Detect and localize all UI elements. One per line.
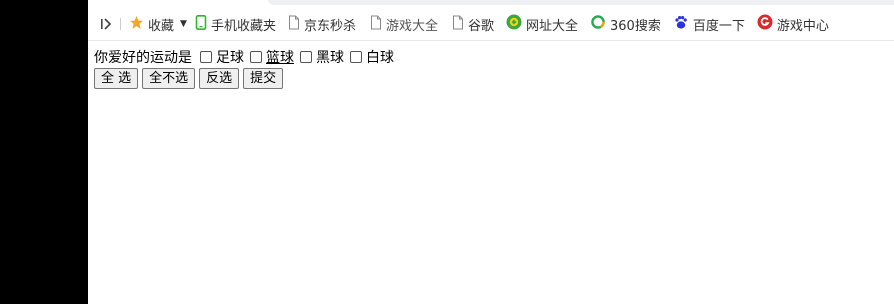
sports-question-row: 你爱好的运动是 足球 篮球 黑球 白球	[94, 46, 394, 68]
bookmark-label: 收藏	[148, 18, 175, 34]
search-360-icon	[590, 14, 606, 34]
bookmark-google[interactable]: 谷歌	[452, 8, 494, 40]
action-buttons-row: 全 选 全不选 反选 提交	[94, 68, 394, 89]
sidebar-toggle-icon[interactable]	[98, 16, 114, 32]
checkbox-box[interactable]	[350, 51, 362, 63]
bookmark-baidu[interactable]: 百度一下	[673, 8, 745, 40]
phone-icon	[195, 14, 207, 34]
bookmark-label: 谷歌	[467, 18, 494, 34]
page-content: 你爱好的运动是 足球 篮球 黑球 白球 全 选 全不选 反选 提交	[94, 46, 394, 89]
black-margin	[0, 0, 88, 304]
address-bar-edge	[268, 0, 894, 5]
star-icon	[129, 15, 144, 34]
navigation-icon	[506, 14, 522, 34]
bookmark-game-center[interactable]: 游戏中心	[757, 8, 829, 40]
page-icon	[370, 15, 382, 34]
bookmark-label: 网址大全	[526, 18, 579, 34]
checkbox-label: 黑球	[316, 50, 344, 66]
checkbox-box[interactable]	[250, 51, 262, 63]
invert-selection-button[interactable]: 反选	[199, 68, 240, 89]
game-center-icon	[757, 14, 773, 34]
chevron-down-icon[interactable]: ▼	[180, 19, 187, 29]
select-all-button[interactable]: 全 选	[94, 68, 139, 89]
bookmark-label: 百度一下	[692, 18, 745, 34]
bookmark-site-directory[interactable]: 网址大全	[506, 8, 578, 40]
checkbox-box[interactable]	[200, 51, 212, 63]
checkbox-label: 篮球	[266, 50, 294, 66]
page-icon	[288, 15, 300, 34]
bookmark-label: 京东秒杀	[303, 18, 356, 34]
checkbox-black-ball[interactable]: 黑球	[300, 47, 344, 67]
bookmark-360-search[interactable]: 360搜索	[590, 8, 661, 40]
checkbox-label: 足球	[216, 50, 244, 66]
checkbox-white-ball[interactable]: 白球	[350, 47, 394, 67]
bookmark-jd-flash-sale[interactable]: 京东秒杀	[288, 8, 356, 40]
toolbar-divider	[120, 18, 121, 30]
browser-window: 收藏 ▼ 手机收藏夹 京东秒杀 游戏大全 谷歌 网址大全 360搜索 百度一下 …	[88, 0, 894, 304]
question-label: 你爱好的运动是	[94, 50, 192, 66]
bookmark-label: 手机收藏夹	[210, 18, 276, 34]
submit-button[interactable]: 提交	[243, 68, 284, 89]
checkbox-box[interactable]	[300, 51, 312, 63]
bookmark-mobile-favorites[interactable]: 手机收藏夹	[195, 8, 276, 40]
bookmark-games[interactable]: 游戏大全	[370, 8, 438, 40]
checkbox-football[interactable]: 足球	[200, 47, 244, 67]
baidu-paw-icon	[673, 14, 689, 34]
page-icon	[452, 15, 464, 34]
bookmark-label: 游戏大全	[385, 18, 438, 34]
bookmark-favorites[interactable]: 收藏	[129, 8, 174, 40]
bookmark-label: 360搜索	[610, 18, 661, 34]
bookmarks-bar: 收藏 ▼ 手机收藏夹 京东秒杀 游戏大全 谷歌 网址大全 360搜索 百度一下 …	[88, 8, 894, 41]
checkbox-label: 白球	[366, 50, 394, 66]
checkbox-basketball[interactable]: 篮球	[250, 47, 294, 67]
bookmark-label: 游戏中心	[776, 18, 829, 34]
deselect-all-button[interactable]: 全不选	[142, 68, 196, 89]
